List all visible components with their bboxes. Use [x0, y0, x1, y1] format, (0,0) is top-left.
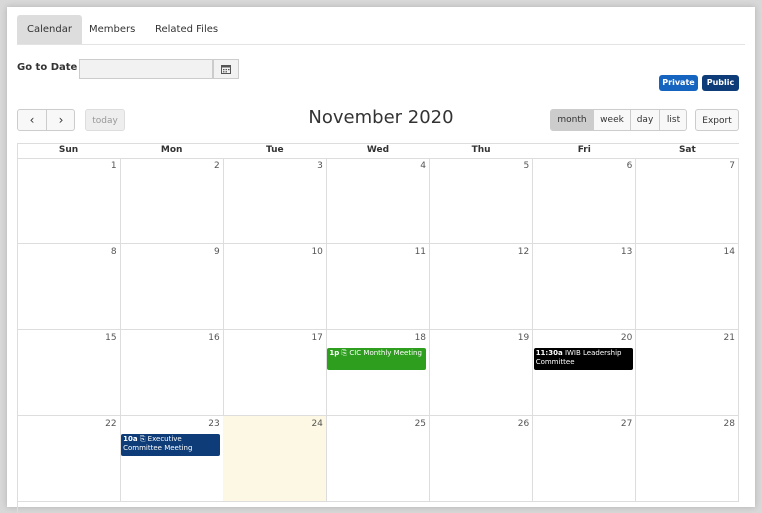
weekday-header-wed: Wed [366, 145, 390, 155]
day-cell-6[interactable]: 6 [532, 158, 637, 244]
day-cell-21[interactable]: 21 [635, 330, 739, 416]
day-number[interactable]: 20 [621, 333, 632, 343]
day-number[interactable]: 28 [724, 419, 735, 429]
day-cell-18[interactable]: 18 1p ⎘ CIC Monthly Meeting [326, 330, 431, 416]
day-number[interactable]: 8 [111, 247, 117, 257]
day-number[interactable]: 9 [214, 247, 220, 257]
view-month-button[interactable]: month [551, 110, 594, 130]
day-cell-22[interactable]: 22 [17, 416, 121, 502]
tab-divider [17, 44, 745, 45]
day-cell-10[interactable]: 10 [223, 244, 327, 330]
day-number[interactable]: 23 [208, 419, 219, 429]
view-day-button[interactable]: day [631, 110, 660, 130]
day-number[interactable]: 27 [621, 419, 632, 429]
day-number[interactable]: 15 [105, 333, 116, 343]
day-number[interactable]: 6 [627, 161, 633, 171]
day-number[interactable]: 18 [415, 333, 426, 343]
day-cell-12[interactable]: 12 [429, 244, 534, 330]
day-cell-26[interactable]: 26 [429, 416, 534, 502]
day-cell-11[interactable]: 11 [326, 244, 431, 330]
day-cell-1[interactable]: 1 [17, 158, 121, 244]
day-number[interactable]: 19 [518, 333, 529, 343]
weekday-header-fri: Fri [577, 145, 591, 155]
day-number[interactable]: 5 [523, 161, 529, 171]
day-number[interactable]: 21 [724, 333, 735, 343]
private-button[interactable]: Private [659, 75, 698, 91]
day-number[interactable]: 4 [420, 161, 426, 171]
day-number[interactable]: 13 [621, 247, 632, 257]
tab-related-files[interactable]: Related Files [145, 15, 228, 44]
export-button[interactable]: Export [695, 109, 739, 131]
day-number[interactable]: 11 [415, 247, 426, 257]
day-number[interactable]: 10 [311, 247, 322, 257]
day-cell-19[interactable]: 19 [429, 330, 534, 416]
day-cell-27[interactable]: 27 [532, 416, 637, 502]
event-time: 1p [329, 349, 340, 357]
tab-calendar[interactable]: Calendar [17, 15, 82, 44]
event-time: 11:30a [535, 349, 563, 357]
month-grid: Sun Mon Tue Wed Thu Fri Sat 1 2 3 4 5 6 7 8 9 10 11 12 13 14… [17, 143, 739, 513]
calendar-picker-button[interactable] [213, 59, 239, 79]
day-cell-2[interactable]: 2 [120, 158, 224, 244]
weekday-header-sun: Sun [58, 145, 79, 155]
goto-date-input[interactable] [79, 59, 213, 79]
day-cell-17[interactable]: 17 [223, 330, 327, 416]
day-cell-20[interactable]: 20 11:30a IWIB Leadership Committee [532, 330, 637, 416]
day-number[interactable]: 16 [208, 333, 219, 343]
event-title: CIC Monthly Meeting [349, 349, 422, 357]
day-number[interactable]: 17 [311, 333, 322, 343]
day-number[interactable]: 1 [111, 161, 117, 171]
day-number[interactable]: 7 [729, 161, 735, 171]
day-cell-16[interactable]: 16 [120, 330, 224, 416]
goto-date-label: Go to Date [17, 62, 78, 73]
event-1[interactable]: 11:30a IWIB Leadership Committee [533, 348, 633, 370]
view-week-button[interactable]: week [594, 110, 631, 130]
day-number[interactable]: 14 [724, 247, 735, 257]
day-cell-7[interactable]: 7 [635, 158, 739, 244]
day-cell-15[interactable]: 15 [17, 330, 121, 416]
calendar-panel: Calendar Members Related Files Go to Dat… [7, 7, 755, 513]
weekday-header-thu: Thu [471, 145, 491, 155]
public-button[interactable]: Public [702, 75, 739, 91]
weekday-header-mon: Mon [160, 145, 183, 155]
weekday-header-tue: Tue [265, 145, 284, 155]
day-number[interactable]: 12 [518, 247, 529, 257]
day-number[interactable]: 2 [214, 161, 220, 171]
tab-members[interactable]: Members [79, 15, 145, 44]
day-cell-24[interactable]: 24 [223, 416, 327, 502]
weekday-header-sat: Sat [678, 145, 696, 155]
day-cell-13[interactable]: 13 [532, 244, 637, 330]
day-cell-28[interactable]: 28 [635, 416, 739, 502]
day-number[interactable]: 3 [317, 161, 323, 171]
day-cell-5[interactable]: 5 [429, 158, 534, 244]
calendar-icon [221, 65, 231, 74]
day-number[interactable]: 26 [518, 419, 529, 429]
day-cell-4[interactable]: 4 [326, 158, 431, 244]
day-cell-23[interactable]: 23 10a ⎘ Executive Committee Meeting [120, 416, 224, 502]
day-number[interactable]: 24 [311, 419, 322, 429]
view-switcher: month week day list [550, 109, 687, 131]
event-2[interactable]: 10a ⎘ Executive Committee Meeting [121, 434, 221, 456]
paperclip-icon: ⎘ [137, 435, 148, 443]
day-number[interactable]: 25 [415, 419, 426, 429]
day-cell-3[interactable]: 3 [223, 158, 327, 244]
event-0[interactable]: 1p ⎘ CIC Monthly Meeting [327, 348, 427, 370]
day-cell-25[interactable]: 25 [326, 416, 431, 502]
day-cell-8[interactable]: 8 [17, 244, 121, 330]
view-list-button[interactable]: list [660, 110, 686, 130]
event-time: 10a [123, 435, 138, 443]
day-number[interactable]: 22 [105, 419, 116, 429]
paperclip-icon: ⎘ [339, 349, 350, 357]
day-cell-9[interactable]: 9 [120, 244, 224, 330]
day-cell-14[interactable]: 14 [635, 244, 739, 330]
